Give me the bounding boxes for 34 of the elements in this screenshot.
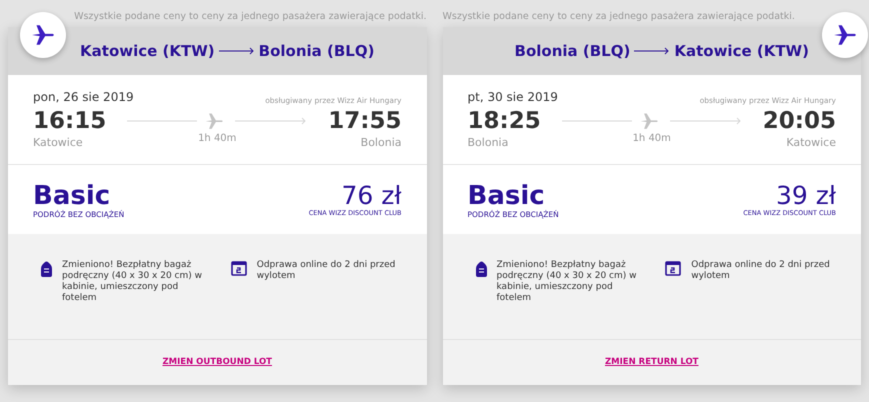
calendar-icon [665, 260, 682, 276]
feature-text: Zmieniono! Bezpłatny bagaż podręczny (40 x 30 x 20 cm) w kabinie, umieszczony pod fotelem [62, 260, 204, 304]
arrival-time: 17:55 [328, 107, 402, 135]
change-flight-link[interactable]: ZMIEN OUTBOUND LOT [162, 356, 272, 369]
change-flight-link[interactable]: ZMIEN RETURN LOT [605, 356, 698, 369]
price-notice: Wszystkie podane ceny to ceny za jednego pasażera zawierające podatki. [73, 10, 426, 24]
departure-city: Bolonia [468, 135, 510, 151]
fare-name: Basic [468, 182, 545, 208]
destination-airport: Katowice (KTW) [674, 40, 809, 62]
fare-name: Basic [33, 182, 110, 208]
departure-city: Katowice [33, 135, 84, 151]
calendar-icon [230, 260, 247, 276]
departure-time: 18:25 [468, 107, 541, 135]
flight-date: pt, 30 sie 2019 [468, 89, 558, 106]
backpack-icon [476, 260, 486, 277]
flight-date: pon, 26 sie 2019 [33, 89, 134, 106]
arrow-icon [634, 47, 670, 55]
arrival-city: Katowice [786, 135, 836, 151]
backpack-icon [41, 260, 52, 277]
price-notice: Wszystkie podane ceny to ceny za jednego pasażera zawierające podatki. [442, 10, 796, 24]
origin-airport: Bolonia (BLQ) [514, 40, 630, 62]
flight-duration: 1h 40m [632, 132, 671, 146]
fare-price: 76 zł [342, 182, 402, 208]
fare-price: 39 zł [776, 182, 836, 208]
arrow-icon [218, 47, 255, 55]
flight-duration: 1h 40m [198, 132, 236, 146]
arrival-city: Bolonia [360, 135, 402, 151]
feature-text: Odprawa online do 2 dni przed wylotem [691, 260, 831, 282]
origin-airport: Katowice (KTW) [80, 40, 215, 62]
feature-text: Odprawa online do 2 dni przed wylotem [256, 260, 396, 282]
destination-airport: Bolonia (BLQ) [258, 40, 374, 62]
departure-time: 16:15 [33, 107, 106, 135]
arrival-time: 20:05 [762, 107, 836, 135]
feature-text: Zmieniono! Bezpłatny bagaż podręczny (40 x 30 x 20 cm) w kabinie, umieszczony pod fotelem [496, 260, 638, 304]
